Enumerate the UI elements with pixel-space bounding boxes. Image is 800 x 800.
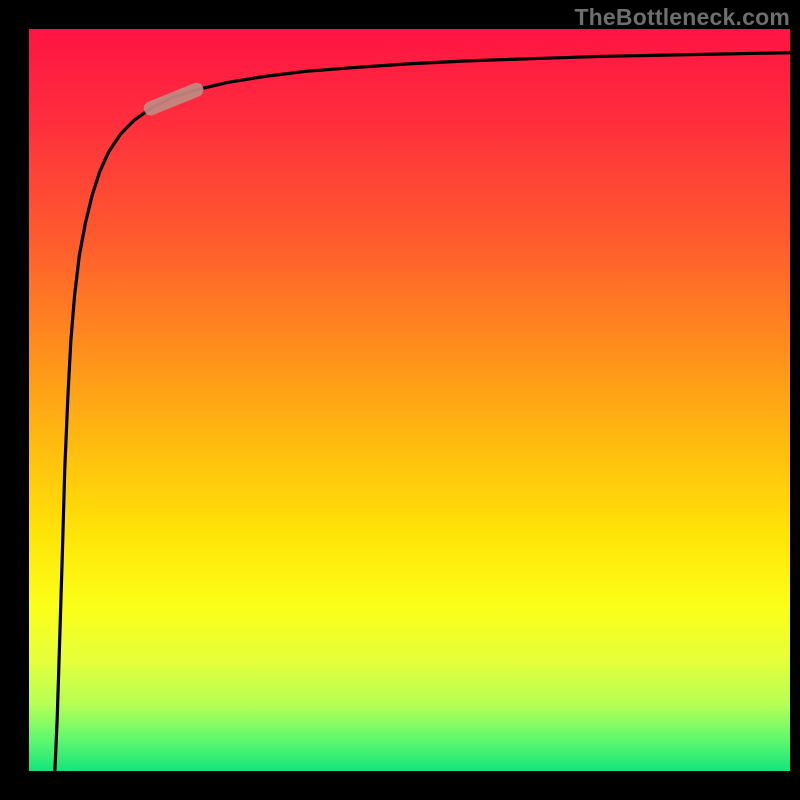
chart-stage: TheBottleneck.com	[0, 0, 800, 800]
watermark-label: TheBottleneck.com	[574, 4, 790, 31]
plot-gradient-background	[29, 29, 790, 771]
